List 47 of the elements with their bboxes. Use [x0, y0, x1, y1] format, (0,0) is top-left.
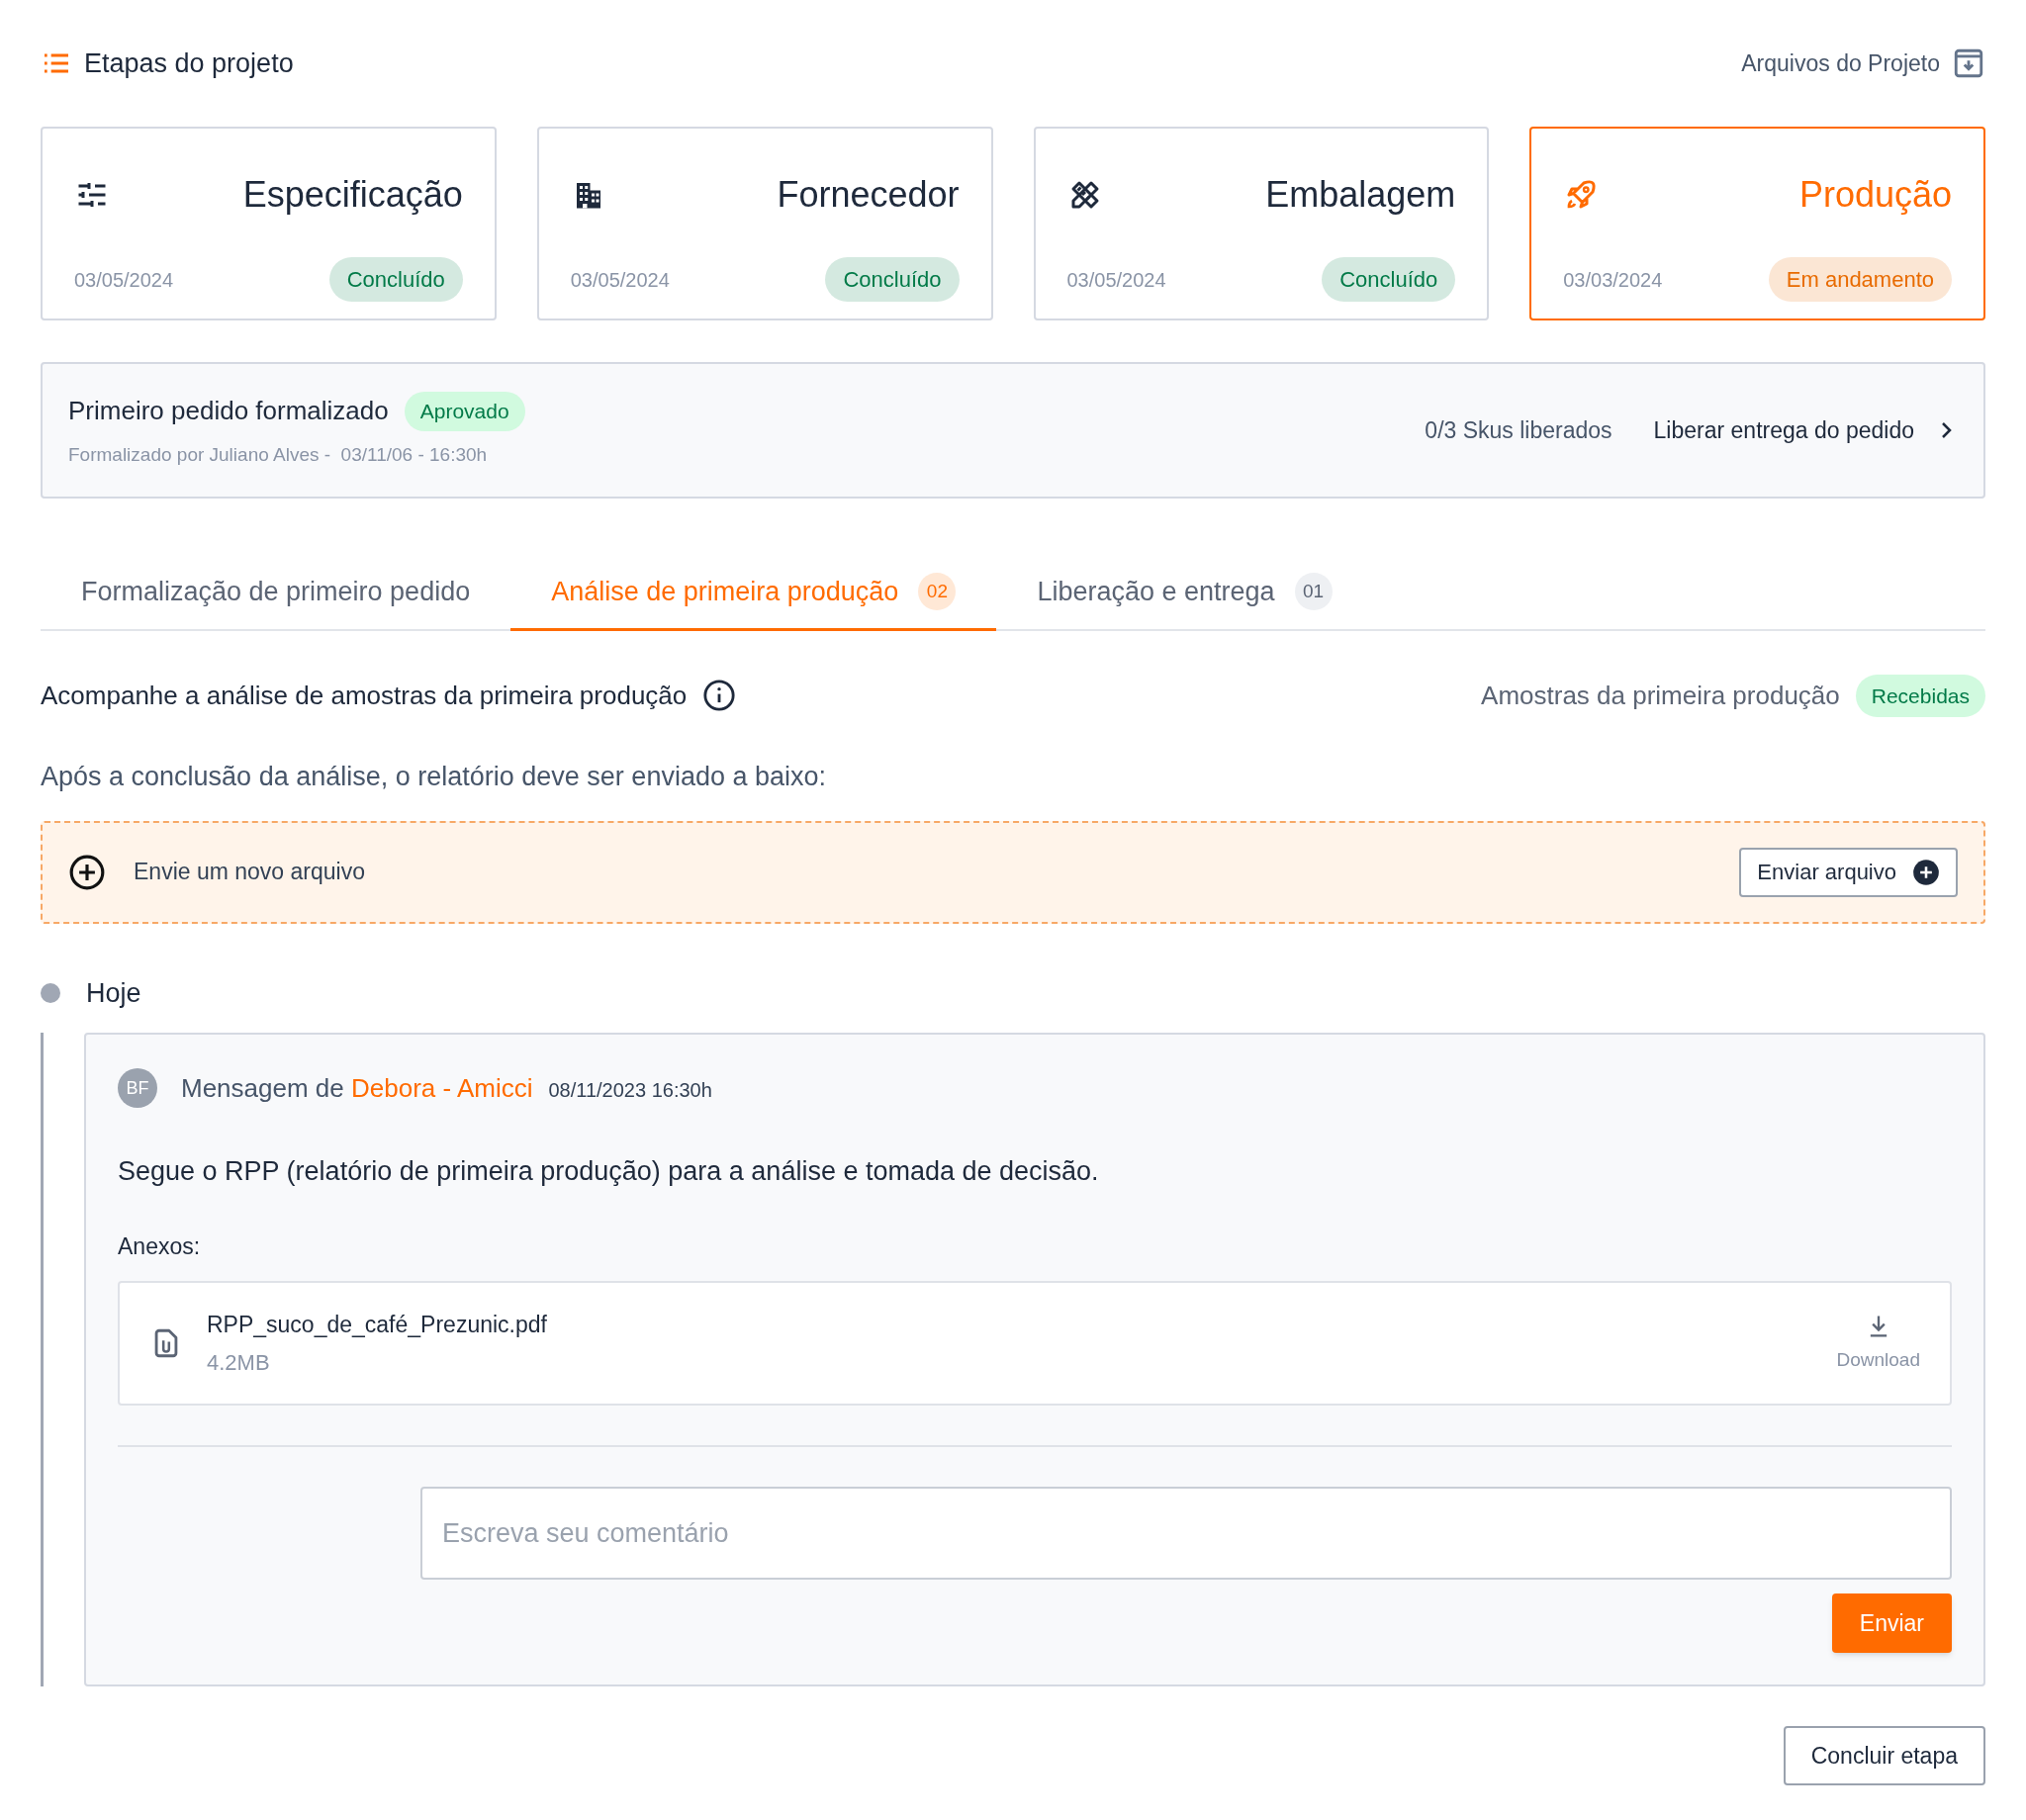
comment-field[interactable]: Escreva seu comentário: [420, 1487, 1952, 1580]
stage-date: 03/05/2024: [1066, 267, 1166, 293]
samples-label: Amostras da primeira produção: [1481, 679, 1840, 712]
stage-date: 03/05/2024: [570, 267, 670, 293]
tab-count: 01: [1294, 573, 1333, 611]
message-author: Mensagem de Debora - Amicci: [181, 1071, 533, 1105]
upload-label: Envie um novo arquivo: [134, 858, 365, 887]
finish-step-button[interactable]: Concluir etapa: [1783, 1726, 1985, 1785]
status-badge: Concluído: [1322, 257, 1456, 302]
status-badge: Concluído: [328, 257, 463, 302]
file-size: 4.2MB: [207, 1348, 271, 1377]
archive-download-icon: [1952, 46, 1985, 80]
avatar: BF: [118, 1068, 157, 1108]
plus-circle-icon: [68, 853, 106, 891]
page-title: Etapas do projeto: [84, 46, 294, 80]
stage-title: Embalagem: [1265, 173, 1456, 217]
stage-title: Fornecedor: [777, 173, 960, 217]
project-files-link[interactable]: Arquivos do Projeto: [1741, 46, 1985, 81]
stage-date: 03/05/2024: [74, 267, 174, 293]
status-badge: Aprovado: [404, 392, 525, 431]
banner-title: Primeiro pedido formalizado: [68, 395, 389, 428]
message-time: 08/11/2023 16:30h: [548, 1077, 712, 1103]
upload-dropzone[interactable]: Envie um novo arquivo Enviar arquivo: [41, 820, 1985, 924]
plus-circle-icon: [1912, 858, 1940, 886]
status-badge: Concluído: [825, 257, 960, 302]
tab[interactable]: Formalização de primeiro pedido: [41, 564, 511, 631]
banner-subtitle: Formalizado por Juliano Alves - 03/11/06 - 16:30h: [68, 442, 489, 467]
attachments-label: Anexos:: [118, 1231, 202, 1261]
send-file-button[interactable]: Enviar arquivo: [1739, 847, 1958, 897]
status-badge: Em andamento: [1768, 257, 1952, 302]
day-label: Hoje: [86, 976, 141, 1010]
stage-card[interactable]: Embalagem 03/05/2024 Concluído: [1033, 127, 1490, 320]
message-body: Segue o RPP (relatório de primeira produção) para a análise e tomada de decisão.: [118, 1155, 1100, 1188]
section-title: Acompanhe a análise de amostras da primeira produção: [41, 679, 688, 712]
stage-title: Produção: [1798, 173, 1952, 217]
tab[interactable]: Liberação e entrega 01: [996, 564, 1373, 631]
info-icon: [702, 679, 737, 713]
stage-card[interactable]: Especificação 03/05/2024 Concluído: [41, 127, 497, 320]
file-name: RPP_suco_de_café_Prezunic.pdf: [207, 1311, 547, 1340]
instruction-text: Após a conclusão da análise, o relatório deve ser enviado a baixo:: [41, 761, 827, 793]
skus-count: 0/3 Skus liberados: [1425, 415, 1612, 445]
tab-count: 02: [918, 573, 957, 611]
release-delivery-link[interactable]: Liberar entrega do pedido: [1653, 412, 1958, 448]
stage-card[interactable]: Fornecedor 03/05/2024 Concluído: [536, 127, 993, 320]
status-badge: Recebidas: [1855, 674, 1985, 717]
stage-date: 03/03/2024: [1563, 267, 1663, 293]
stage-title: Especificação: [242, 173, 463, 217]
